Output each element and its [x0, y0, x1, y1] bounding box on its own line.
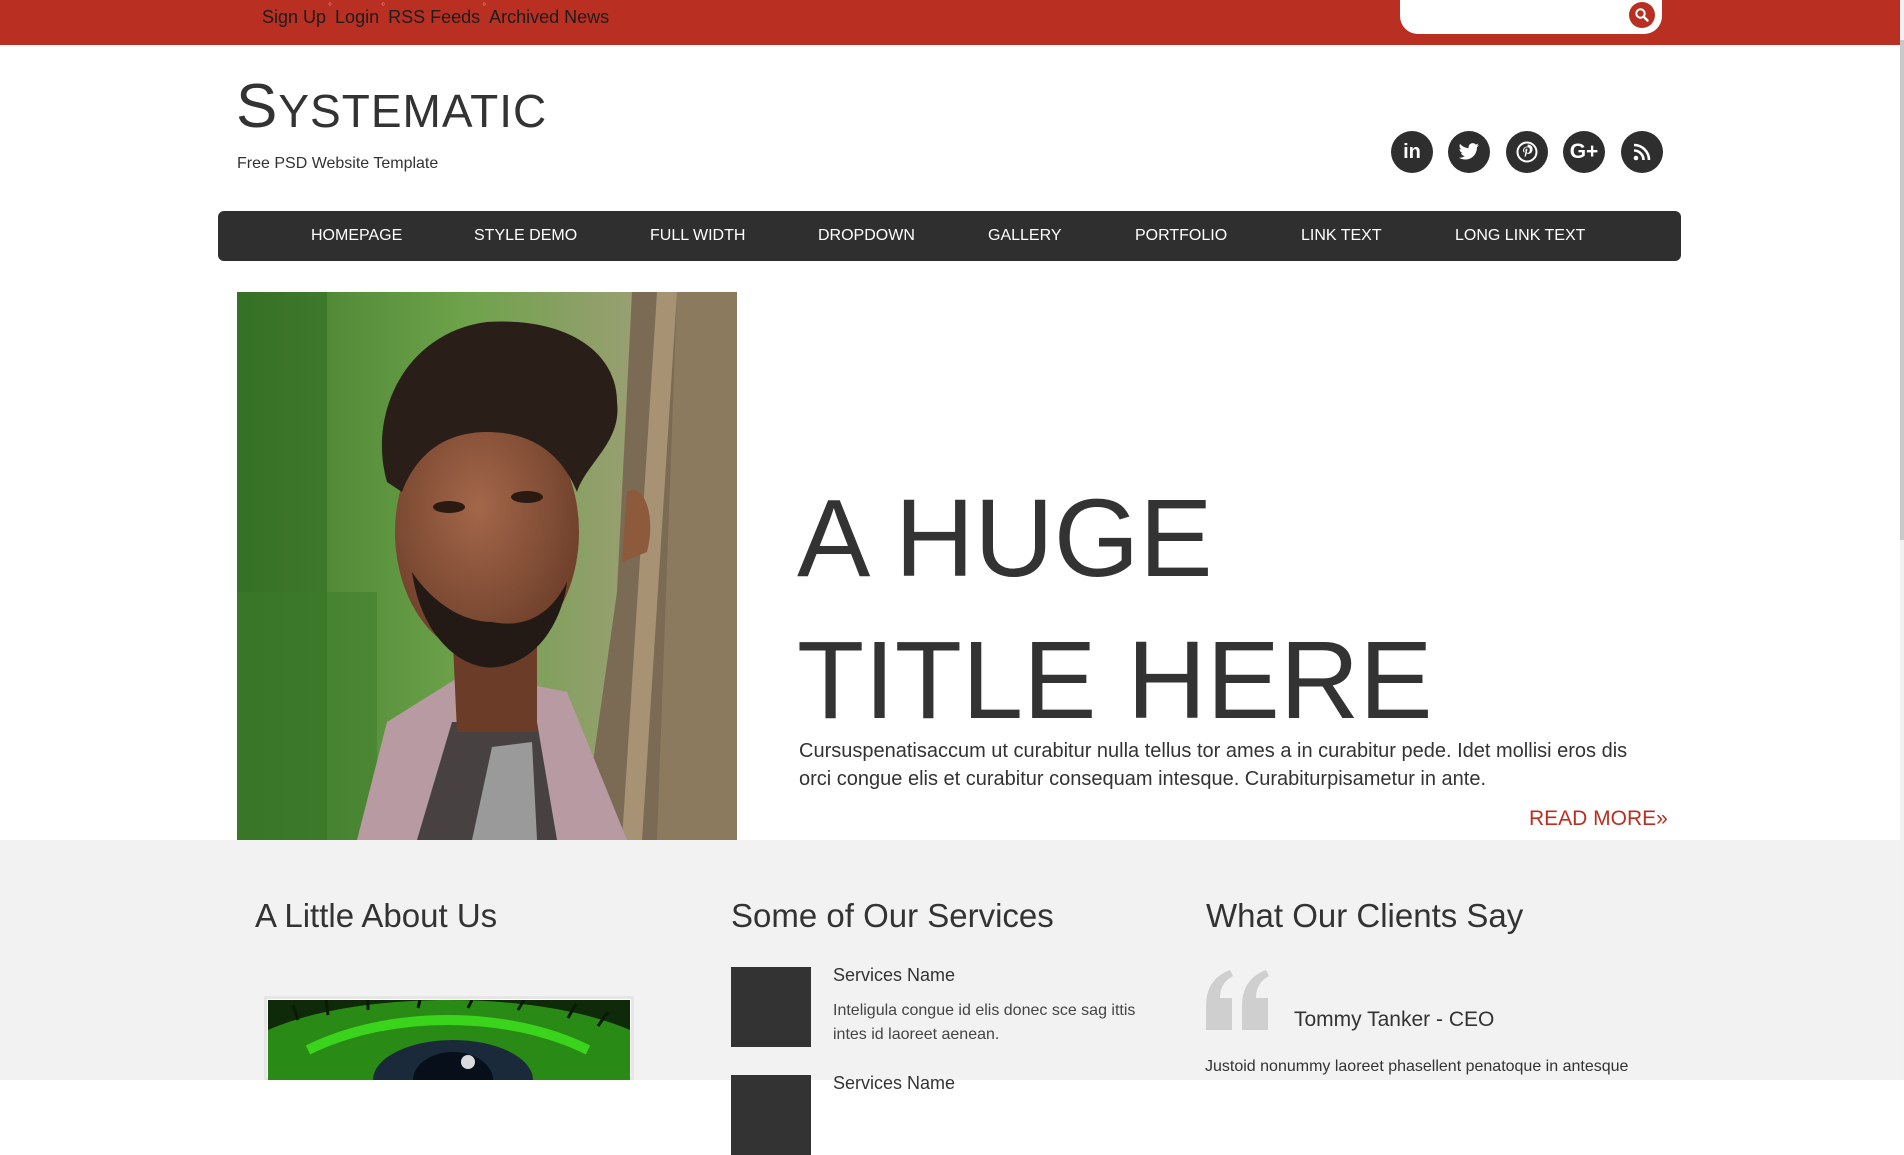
- scrollbar-thumb[interactable]: [1900, 40, 1904, 540]
- quote-icon: [1202, 970, 1274, 1037]
- link-separator: °: [381, 2, 386, 13]
- rss-feeds-link[interactable]: RSS Feeds: [388, 7, 480, 28]
- read-more-link[interactable]: READ MORE»: [1529, 807, 1668, 831]
- link-separator: °: [328, 2, 333, 13]
- service-name: Services Name: [833, 965, 956, 985]
- services-title: Some of Our Services: [731, 897, 1054, 934]
- search-button[interactable]: [1629, 2, 1655, 28]
- pinterest-button[interactable]: [1506, 131, 1548, 173]
- search-input[interactable]: [1414, 4, 1618, 30]
- site-logo[interactable]: SYSTEMATIC: [236, 76, 547, 138]
- nav-item-full-width[interactable]: FULL WIDTH: [650, 227, 745, 245]
- nav-item-gallery[interactable]: GALLERY: [988, 227, 1062, 245]
- twitter-icon: [1458, 143, 1479, 160]
- nav-item-homepage[interactable]: HOMEPAGE: [311, 227, 402, 245]
- search-box: [1400, 0, 1662, 34]
- search-icon: [1635, 8, 1649, 22]
- service-description: Inteligula congue id elis donec sce sag …: [833, 1002, 1136, 1043]
- logo-initial: S: [236, 72, 279, 141]
- rss-button[interactable]: [1621, 131, 1663, 173]
- archived-news-link[interactable]: Archived News: [489, 7, 609, 28]
- about-title: A Little About Us: [255, 897, 498, 934]
- hero-image: [237, 292, 737, 840]
- nav-item-dropdown[interactable]: DROPDOWN: [818, 227, 915, 245]
- hero-title-line-1: A HUGE: [797, 477, 1213, 600]
- nav-item-style-demo[interactable]: STYLE DEMO: [474, 227, 577, 245]
- site-tagline: Free PSD Website Template: [237, 155, 439, 172]
- nav-item-portfolio[interactable]: PORTFOLIO: [1135, 227, 1227, 245]
- rss-icon: [1633, 143, 1651, 161]
- nav-item-link-text[interactable]: LINK TEXT: [1301, 227, 1382, 245]
- linkedin-icon: in: [1403, 140, 1421, 163]
- hero-description: Cursuspenatisaccum ut curabitur nulla te…: [799, 740, 1628, 790]
- hero-title: A HUGE TITLE HERE: [797, 468, 1597, 752]
- linkedin-button[interactable]: in: [1391, 131, 1433, 173]
- about-image: [268, 1000, 630, 1080]
- client-name: Tommy Tanker - CEO: [1294, 1008, 1495, 1031]
- service-image: [731, 967, 811, 1047]
- google-plus-button[interactable]: G+: [1563, 131, 1605, 173]
- google-plus-icon: G+: [1569, 140, 1599, 163]
- link-separator: °: [482, 2, 487, 13]
- top-links: Sign Up ° Login ° RSS Feeds ° Archived N…: [262, 2, 609, 28]
- main-nav: HOMEPAGE STYLE DEMO FULL WIDTH DROPDOWN …: [218, 211, 1681, 261]
- logo-rest: YSTEMATIC: [278, 85, 548, 137]
- pinterest-icon: [1516, 141, 1538, 163]
- nav-item-long-link-text[interactable]: LONG LINK TEXT: [1455, 227, 1585, 245]
- client-testimonial: Justoid nonummy laoreet phasellent penat…: [1205, 1058, 1629, 1075]
- hero-title-line-2: TITLE HERE: [797, 619, 1433, 742]
- login-link[interactable]: Login: [335, 7, 379, 28]
- twitter-button[interactable]: [1448, 131, 1490, 173]
- clients-title: What Our Clients Say: [1206, 897, 1524, 934]
- service-image: [731, 1075, 811, 1155]
- service-name: Services Name: [833, 1073, 956, 1093]
- sign-up-link[interactable]: Sign Up: [262, 7, 326, 28]
